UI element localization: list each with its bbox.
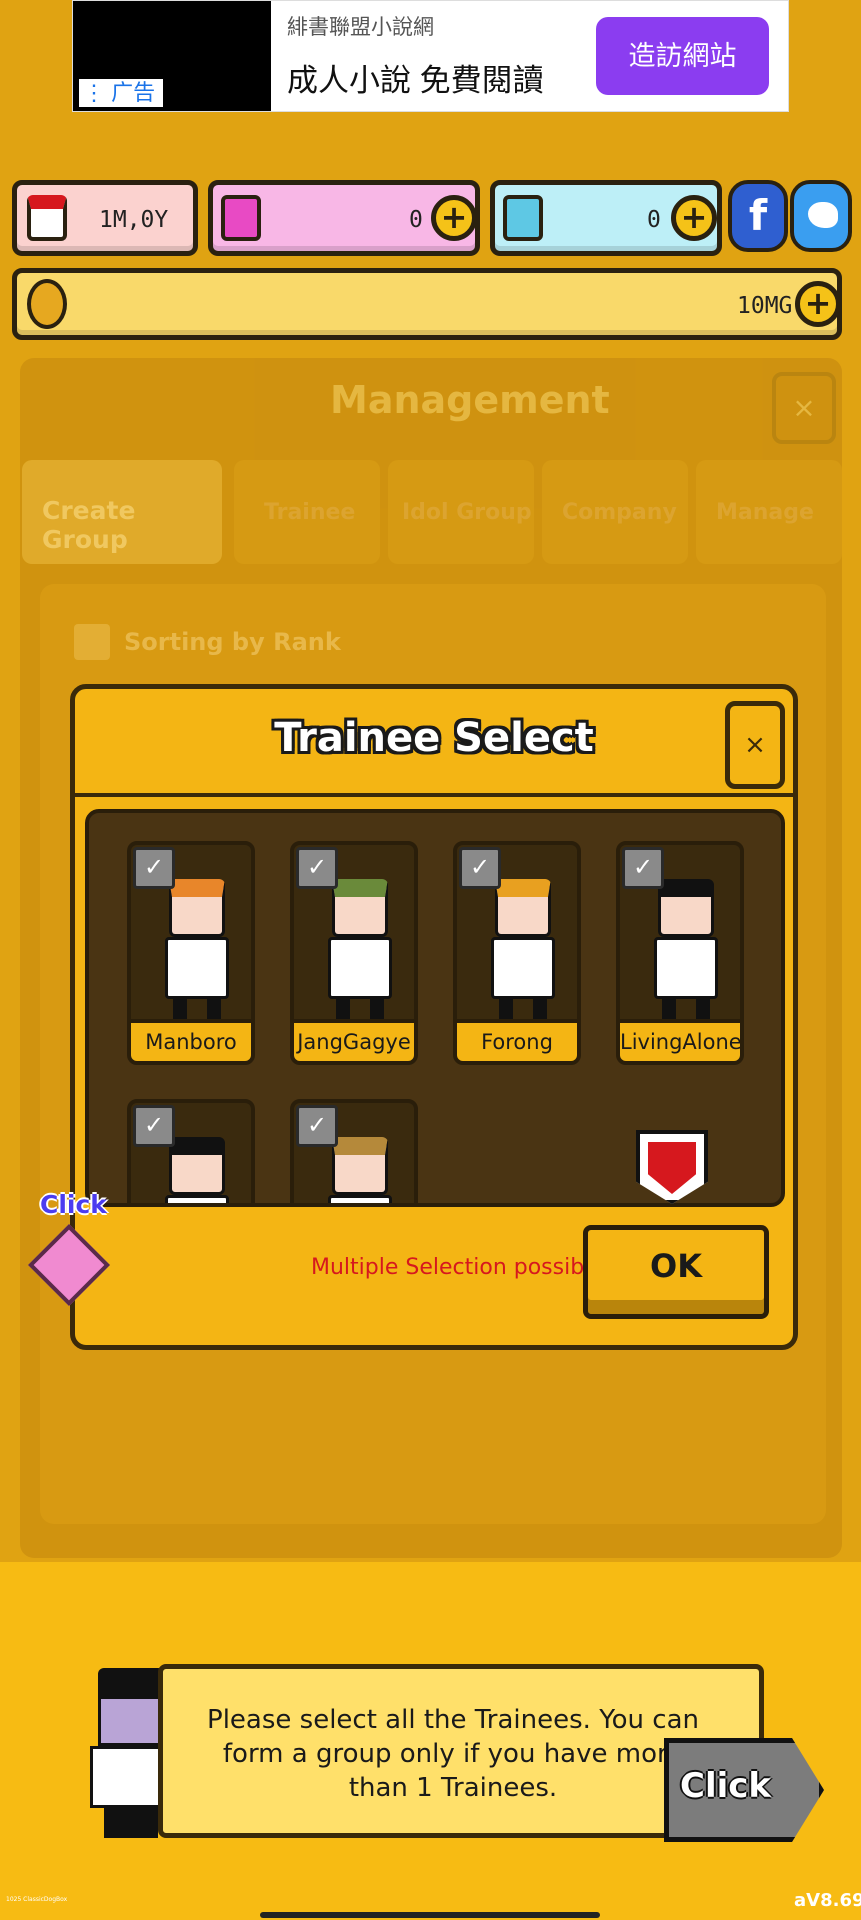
tutorial-text: Please select all the Trainees. You can … — [207, 1705, 699, 1803]
close-icon: × — [792, 391, 816, 424]
tab-idol-group[interactable]: Idol Group — [388, 460, 534, 564]
blue-gem-icon — [503, 195, 543, 241]
check-icon[interactable]: ✓ — [622, 847, 664, 889]
coin-icon — [27, 279, 67, 329]
trainee-card[interactable]: ✓ — [290, 1099, 418, 1203]
add-blue-button[interactable]: + — [671, 195, 717, 241]
check-icon[interactable]: ✓ — [296, 1105, 338, 1147]
trainee-name: Forong — [457, 1019, 577, 1061]
trainee-card[interactable]: ✓ — [127, 1099, 255, 1203]
trainee-body — [328, 937, 392, 999]
trainee-sprite — [159, 873, 235, 1033]
dialog-divider — [75, 793, 793, 797]
sort-checkbox[interactable] — [74, 624, 110, 660]
tab-create-group[interactable]: Create Group — [22, 460, 222, 564]
management-title: Management — [330, 378, 610, 422]
trainee-card[interactable]: ✓ Forong — [453, 841, 581, 1065]
trainee-sprite — [485, 873, 561, 1033]
trainee-sprite — [322, 873, 398, 1033]
corner-caption: 1025 ClassicDogBox — [6, 1896, 68, 1903]
trainee-body — [491, 937, 555, 999]
trainee-name: Manboro — [131, 1019, 251, 1061]
dialog-title: Trainee Select — [274, 715, 594, 761]
tab-company[interactable]: Company — [542, 460, 688, 564]
ad-title: 成人小說 免費閱讀 — [287, 63, 544, 98]
ad-image[interactable]: ⋮ 广告 — [73, 1, 271, 111]
tab-trainee[interactable]: Trainee — [234, 460, 380, 564]
manager-legs — [104, 1808, 158, 1838]
trainee-head — [169, 879, 225, 937]
trainee-name: LivingAlone — [620, 1019, 740, 1061]
calendar-icon — [27, 195, 67, 241]
tutorial-click-label[interactable]: Click — [680, 1766, 771, 1806]
pink-gem-icon — [221, 195, 261, 241]
gold-bar: 10MG + — [12, 268, 842, 340]
ad-badge[interactable]: ⋮ 广告 — [79, 79, 163, 107]
trainee-head — [169, 1137, 225, 1195]
add-pink-button[interactable]: + — [431, 195, 477, 241]
manager-hat — [98, 1668, 164, 1698]
side-click-label[interactable]: Click — [40, 1190, 107, 1219]
gold-value: 10MG — [737, 293, 793, 319]
check-icon[interactable]: ✓ — [133, 1105, 175, 1147]
trainee-name: JangGagye — [294, 1019, 414, 1061]
blue-currency-bar: 0 + — [490, 180, 722, 256]
trainee-card[interactable]: ✓ Manboro — [127, 841, 255, 1065]
ok-button[interactable]: OK — [583, 1225, 769, 1319]
twitter-bird-icon — [808, 202, 838, 228]
trainee-head — [495, 879, 551, 937]
multi-selection-hint: Multiple Selection possible — [311, 1255, 604, 1280]
check-icon[interactable]: ✓ — [133, 847, 175, 889]
home-indicator[interactable] — [260, 1912, 600, 1918]
facebook-icon: f — [748, 191, 768, 240]
trainee-card[interactable]: ✓ JangGagye — [290, 841, 418, 1065]
twitter-button[interactable] — [790, 180, 852, 252]
ad-source: 緋書聯盟小說網 — [287, 16, 434, 39]
management-close-button[interactable]: × — [772, 372, 836, 444]
pink-currency-bar: 0 + — [208, 180, 480, 256]
trainee-head — [332, 1137, 388, 1195]
trainee-body — [165, 937, 229, 999]
trainee-head — [658, 879, 714, 937]
close-icon: × — [744, 730, 766, 760]
trainee-head — [332, 879, 388, 937]
pink-currency-value: 0 — [409, 207, 423, 233]
dialog-close-button[interactable]: × — [725, 701, 785, 789]
time-value: 1M,0Y — [99, 207, 169, 233]
trainee-body — [165, 1195, 229, 1203]
blue-currency-value: 0 — [647, 207, 661, 233]
ad-banner[interactable]: ⋮ 广告 緋書聯盟小說網 成人小說 免費閱讀 造訪網站 — [72, 0, 789, 112]
trainee-sprite — [648, 873, 724, 1033]
trainee-select-dialog: Trainee Select × ✓ Manboro ✓ JangGagye ✓ Foro… — [70, 684, 798, 1350]
trainee-card[interactable]: ✓ LivingAlone — [616, 841, 744, 1065]
check-icon[interactable]: ✓ — [296, 847, 338, 889]
version-label: aV8.69 — [794, 1890, 861, 1911]
trainee-body — [328, 1195, 392, 1203]
tab-manage[interactable]: Manage — [696, 460, 842, 564]
trainee-body — [654, 937, 718, 999]
ad-visit-button[interactable]: 造訪網站 — [596, 17, 769, 95]
add-gold-button[interactable]: + — [795, 281, 841, 327]
time-bar: 1M,0Y — [12, 180, 198, 256]
facebook-button[interactable]: f — [728, 180, 788, 252]
check-icon[interactable]: ✓ — [459, 847, 501, 889]
manager-face — [98, 1696, 164, 1746]
sort-label: Sorting by Rank — [124, 628, 341, 656]
